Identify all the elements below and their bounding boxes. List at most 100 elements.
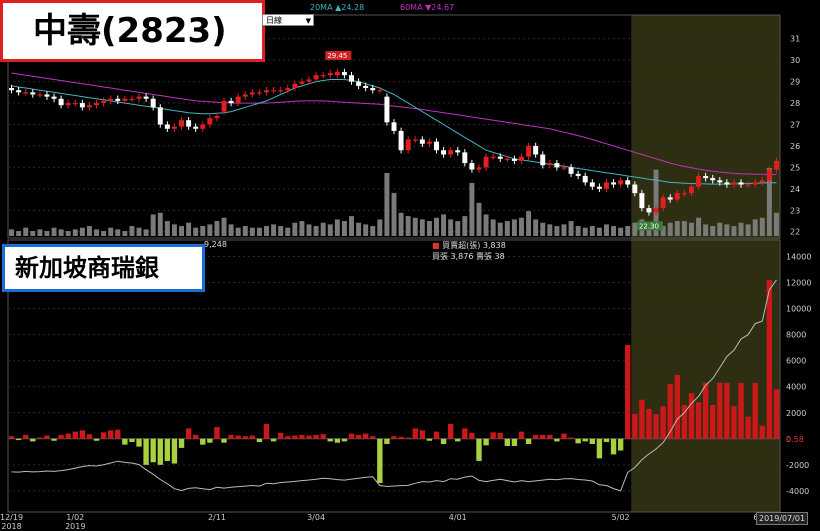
candle-body: [228, 100, 234, 104]
net-buy-bar: [207, 438, 213, 443]
net-buy-bar: [667, 384, 673, 439]
net-buy-bar: [745, 416, 751, 439]
candle-body: [660, 197, 666, 209]
net-buy-bar: [150, 438, 156, 463]
date-axis: 12/1920181/0220192/113/044/015/026/03: [0, 513, 771, 531]
net-buy-bar: [639, 399, 645, 439]
candle-body: [398, 130, 404, 151]
ma20-legend: 20MA ▲24.28: [310, 3, 365, 12]
net-buy-bar: [391, 436, 397, 439]
candle-body: [603, 182, 609, 189]
net-buy-bar: [518, 431, 525, 439]
candle-body: [363, 85, 369, 89]
broker-tick-label: 8000: [786, 331, 806, 340]
candle-body: [448, 150, 454, 155]
candle-body: [65, 103, 71, 106]
candle-body: [327, 73, 333, 76]
net-buy-bar: [554, 438, 560, 442]
net-buy-bar: [164, 438, 171, 461]
volume-bar: [426, 221, 432, 236]
net-buy-bar: [108, 430, 114, 439]
net-buy-bar: [65, 433, 71, 439]
net-buy-bar: [702, 382, 709, 439]
candle-body: [299, 81, 305, 84]
chevron-down-icon: ▼: [305, 17, 311, 25]
net-buy-bar: [143, 438, 149, 465]
net-buy-bar: [405, 437, 411, 439]
net-buy-bar: [660, 406, 666, 439]
candle-body: [773, 160, 779, 170]
volume-bar: [186, 222, 192, 236]
broker-title: 新加坡商瑞銀: [2, 244, 205, 292]
volume-bar: [108, 227, 114, 236]
period-dropdown[interactable]: 日線 ▼: [262, 14, 314, 26]
volume-bar: [681, 221, 687, 236]
candle-body: [292, 83, 298, 89]
candle-body: [646, 208, 652, 213]
candle-body: [136, 96, 142, 99]
candle-body: [200, 124, 206, 129]
last-value-label: 0.58: [786, 435, 804, 444]
volume-bar: [625, 226, 631, 236]
volume-bar: [65, 231, 71, 236]
net-buy-bar: [157, 438, 163, 465]
volume-bar: [58, 229, 64, 236]
volume-bar: [122, 231, 128, 236]
volume-bar: [150, 214, 156, 236]
price-tick-label: 29: [790, 78, 800, 87]
volume-bar: [320, 222, 326, 236]
candle-body: [717, 180, 723, 183]
price-tick-label: 22: [790, 228, 800, 237]
candle-body: [143, 96, 149, 99]
candle-body: [115, 98, 121, 101]
net-buy-bar: [589, 438, 596, 445]
candle-body: [256, 92, 262, 94]
net-buy-bar: [575, 438, 581, 444]
volume-bar: [526, 211, 532, 236]
net-buy-bar: [483, 438, 489, 446]
net-buy-bar: [228, 434, 234, 439]
net-buy-bar: [8, 436, 15, 439]
volume-bar: [377, 219, 383, 236]
candle-body: [611, 182, 617, 185]
net-buy-bar: [214, 427, 220, 439]
candle-body: [504, 158, 510, 161]
volume-bar: [115, 229, 121, 236]
volume-readout: 9,248: [204, 240, 227, 249]
volume-bar: [285, 227, 291, 236]
candle-body: [490, 156, 496, 158]
candle-body: [30, 92, 36, 95]
candle-body: [575, 173, 581, 176]
net-buy-bar: [582, 438, 588, 442]
net-buy-bar: [221, 438, 227, 443]
candle-body: [349, 75, 354, 82]
candle-body: [23, 92, 29, 94]
candle-body: [405, 139, 411, 151]
candle-body: [16, 90, 22, 93]
broker-tick-label: 2000: [786, 409, 806, 418]
volume-bar: [384, 172, 390, 236]
volume-bar: [193, 227, 199, 236]
net-buy-bar: [603, 438, 610, 443]
price-tick-label: 25: [790, 163, 800, 172]
candle-body: [58, 98, 64, 106]
volume-bar: [79, 227, 85, 236]
net-buy-bar: [341, 438, 348, 442]
price-tick-label: 30: [790, 56, 800, 65]
candle-body: [242, 94, 248, 97]
net-buy-bar: [504, 438, 511, 446]
candle-body: [618, 180, 624, 185]
volume-bar: [497, 222, 503, 236]
candle-body: [455, 150, 461, 153]
candle-body: [44, 94, 50, 97]
candle-body: [101, 100, 107, 104]
candle-body: [441, 150, 447, 155]
candle-body: [37, 94, 43, 96]
date-tick-label: 4/01: [449, 513, 467, 522]
candle-body: [356, 81, 362, 86]
net-buy-bar: [299, 434, 305, 439]
candle-body: [108, 98, 114, 101]
volume-bar: [575, 226, 581, 236]
net-buy-bar: [72, 431, 78, 439]
volume-bar: [490, 219, 496, 236]
